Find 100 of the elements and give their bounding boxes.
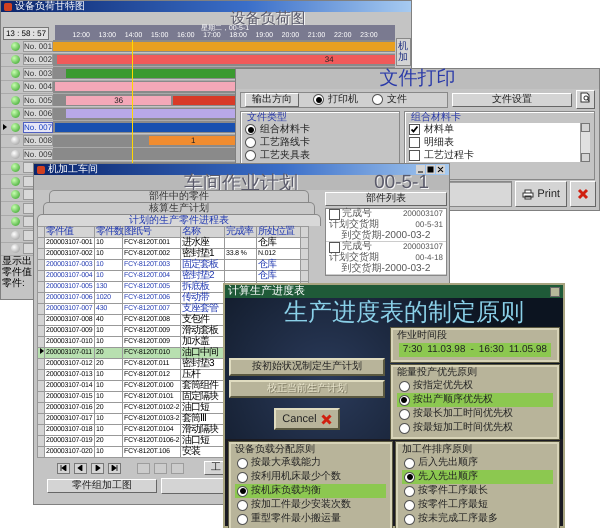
radio-icon: [237, 514, 248, 524]
row-header-cell[interactable]: [38, 392, 44, 402]
radio-option[interactable]: 按未完成工序最多: [402, 512, 553, 526]
close-button[interactable]: [550, 286, 560, 296]
status-text: 零件:: [1, 278, 25, 289]
machine-button[interactable]: No. 003: [23, 68, 53, 79]
checkbox-option[interactable]: 材料单: [409, 123, 458, 136]
row-header-cell[interactable]: [38, 370, 44, 380]
window-controls-icon[interactable]: [416, 165, 446, 174]
column-header[interactable]: 名称: [180, 226, 224, 238]
machine-button[interactable]: No. 008: [23, 135, 53, 146]
row-header-cell[interactable]: [38, 414, 44, 424]
radio-option[interactable]: 重型零件最小搬运量: [235, 512, 386, 526]
radio-option[interactable]: 按利用机床最少个数: [235, 470, 386, 484]
due-date: 00-5-31: [415, 220, 443, 230]
plan-button[interactable]: 按初始状况制定生产计划: [229, 358, 385, 376]
radio-option[interactable]: 按加工件最少安装次数: [235, 498, 386, 512]
machine-button[interactable]: No. 002: [23, 54, 53, 66]
row-header-cell[interactable]: [38, 358, 44, 370]
group-title: 设备负载分配原则: [235, 444, 316, 456]
settings-button[interactable]: 文件设置: [452, 92, 572, 106]
machine-button[interactable]: No. 001: [23, 40, 53, 52]
radio-option[interactable]: 工艺路线卡: [245, 136, 395, 149]
edit-button[interactable]: [154, 462, 167, 474]
row-header-cell[interactable]: [38, 380, 44, 392]
machine-button[interactable]: No. 006: [23, 108, 53, 120]
checkbox-option[interactable]: 工艺过程卡: [409, 149, 478, 162]
row-header-cell[interactable]: [38, 314, 44, 326]
tab[interactable]: 部件中的零件: [49, 190, 309, 202]
checkbox[interactable]: [329, 209, 340, 220]
scrollbar[interactable]: [580, 123, 590, 162]
radio-option[interactable]: 工艺夹具表: [245, 149, 395, 162]
parts-list-button[interactable]: 部件列表: [325, 192, 447, 206]
table-cell: [224, 270, 256, 282]
row-header-cell[interactable]: [38, 282, 44, 292]
machine-button[interactable]: No. 005: [23, 94, 53, 106]
row-header-cell[interactable]: [38, 260, 44, 270]
checkbox-option[interactable]: 明细表: [409, 136, 458, 149]
radio-option[interactable]: 按最大承载能力: [235, 456, 386, 470]
status-text: 显示出: [1, 256, 32, 267]
radio-icon: [398, 380, 410, 392]
radio-option[interactable]: 按零件工序最短: [402, 498, 553, 512]
date-label: 00-5-1: [374, 172, 429, 192]
radio-option[interactable]: 组合材料卡: [245, 123, 395, 136]
radio-option[interactable]: 按机床负载均衡: [235, 484, 386, 498]
radio-icon: [404, 514, 415, 524]
column-header[interactable]: 图纸号: [122, 226, 180, 238]
clock-display: 13 : 58 : 57: [3, 27, 49, 40]
edit-button[interactable]: [171, 462, 184, 474]
radio-option[interactable]: 按最长加工时间优先权: [396, 407, 553, 421]
nav-button[interactable]: [74, 462, 87, 474]
end-time: 16:30: [478, 343, 504, 357]
machine-button[interactable]: No. 007: [23, 122, 53, 133]
row-header-cell[interactable]: [38, 304, 44, 314]
machine-button[interactable]: No. 009: [23, 148, 53, 160]
tab[interactable]: 计划的生产零件进程表: [37, 214, 321, 226]
row-header-cell[interactable]: [38, 292, 44, 304]
row-header-cell[interactable]: [38, 336, 44, 348]
column-header[interactable]: 完成率: [224, 226, 256, 238]
radio-icon: [237, 458, 248, 468]
radio-option[interactable]: 文件: [372, 93, 407, 106]
nav-button[interactable]: [91, 462, 104, 474]
radio-icon: [404, 472, 415, 482]
window-title: 机加工车间: [48, 164, 98, 175]
nav-button[interactable]: [108, 462, 121, 474]
part-group-button[interactable]: 零件组加工图: [47, 479, 157, 493]
row-header-cell[interactable]: [38, 326, 44, 336]
group-title: 能量投产优先原则: [396, 367, 478, 379]
radio-option[interactable]: 按最短加工时间优先权: [396, 421, 553, 435]
radio-option[interactable]: 后入先出顺序: [402, 456, 553, 470]
row-header-cell[interactable]: [38, 402, 44, 414]
field-label: 完成号: [342, 209, 372, 220]
radio-option[interactable]: 先入先出顺序: [402, 470, 553, 484]
edit-button[interactable]: [137, 462, 150, 474]
nav-button[interactable]: [57, 462, 70, 474]
row-header-cell[interactable]: [38, 248, 44, 260]
column-header[interactable]: 零件数: [94, 226, 122, 238]
table-cell: 仓库: [256, 238, 300, 248]
machine-button[interactable]: No. 004: [23, 81, 53, 92]
row-header-cell[interactable]: [38, 238, 44, 248]
row-header-cell[interactable]: [38, 270, 44, 282]
window-title: 设备负荷甘特图: [15, 1, 85, 12]
radio-option[interactable]: 打印机: [313, 93, 358, 106]
row-header-cell[interactable]: [38, 446, 44, 458]
row-header-cell[interactable]: [38, 436, 44, 446]
tab[interactable]: 核算生产计划: [43, 202, 315, 214]
column-header[interactable]: 所处位置: [256, 226, 300, 238]
radio-option[interactable]: 按出产顺序优先权: [396, 393, 553, 407]
column-header[interactable]: 零件值: [44, 226, 94, 238]
load-bar: 34: [57, 55, 395, 64]
preview-button[interactable]: [576, 90, 595, 109]
part-number: 200003107: [402, 209, 443, 220]
radio-option[interactable]: 按指定优先权: [396, 379, 553, 393]
checkbox[interactable]: [329, 242, 340, 253]
cancel-button[interactable]: Cancel: [274, 408, 340, 430]
row-header-cell[interactable]: [38, 424, 44, 436]
table-cell: 密封垫2: [180, 270, 224, 282]
print-button[interactable]: Print: [515, 181, 567, 207]
radio-option[interactable]: 按零件工序最长: [402, 484, 553, 498]
side-button[interactable]: 机加: [396, 38, 410, 66]
